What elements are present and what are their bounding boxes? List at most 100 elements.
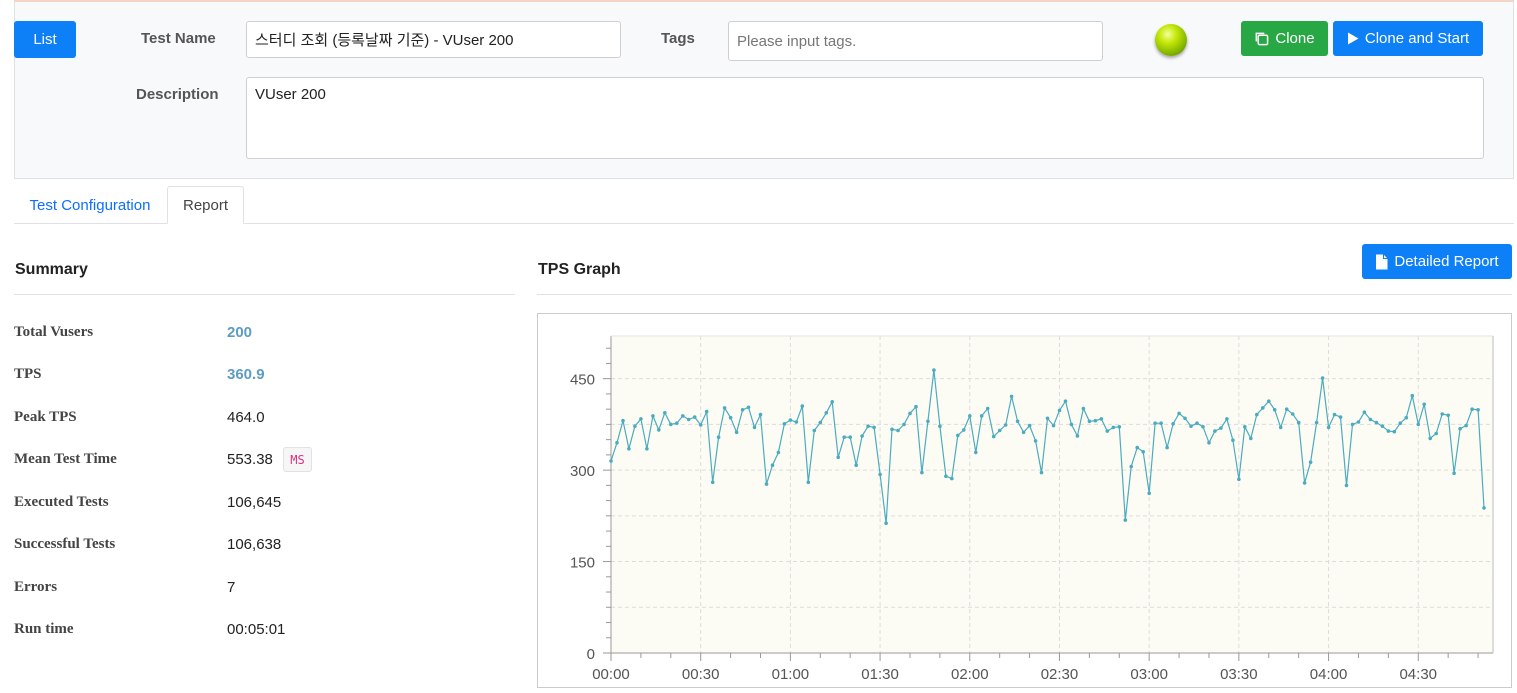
total-vusers-label: Total Vusers [14, 324, 94, 340]
tps-data-point [1374, 420, 1379, 425]
tps-data-point [1225, 417, 1229, 421]
tps-data-point [997, 428, 1002, 433]
x-tick-label: 02:30 [1041, 666, 1079, 683]
tps-data-point [1183, 416, 1187, 421]
tps-data-point [944, 474, 948, 478]
tps-data-point [1476, 408, 1480, 412]
clone-and-start-button[interactable]: Clone and Start [1333, 21, 1483, 56]
tps-data-point [1356, 420, 1361, 424]
tps-data-point [926, 419, 930, 424]
tps-data-point [1111, 425, 1116, 430]
tps-data-point [1404, 415, 1409, 420]
tps-data-point [740, 408, 745, 412]
successful-tests-value: 106,638 [227, 536, 282, 553]
tps-data-point [854, 463, 858, 467]
clone-button[interactable]: Clone [1241, 21, 1328, 56]
tags-input[interactable]: Please input tags. [728, 21, 1103, 61]
tps-data-point [914, 404, 918, 409]
tps-data-point [633, 424, 637, 428]
tps-data-point [1045, 416, 1050, 421]
tps-line-chart: 0 150 300 450 00:00 00:30 01:00 01:30 02:00 02:30… [570, 335, 1494, 683]
play-icon [1347, 32, 1359, 45]
x-tick-label: 03:30 [1220, 666, 1258, 683]
tps-data-point [836, 455, 840, 460]
tps-label: TPS [14, 366, 42, 382]
tps-data-point [764, 482, 769, 486]
tps-data-point [985, 406, 990, 411]
tps-data-point [639, 417, 643, 421]
tps-data-point [1464, 423, 1468, 428]
graph-divider [537, 294, 1512, 295]
tps-data-point [627, 447, 631, 451]
x-tick-label: 01:30 [861, 666, 899, 683]
tps-data-point [1027, 423, 1032, 428]
tps-data-point [962, 428, 966, 432]
tps-data-point [884, 521, 888, 525]
tps-data-point [1344, 483, 1349, 488]
tps-data-point [1422, 402, 1426, 407]
tps-data-point [1069, 422, 1074, 427]
document-icon [1376, 254, 1388, 269]
description-textarea[interactable]: VUser 200 [246, 77, 1484, 159]
x-tick-label: 02:00 [951, 666, 989, 683]
tps-data-point [776, 450, 781, 455]
tps-data-point [1350, 422, 1355, 427]
plot-background [611, 336, 1493, 653]
summary-title: Summary [15, 261, 88, 278]
run-time-value: 00:05:01 [227, 621, 286, 638]
tps-data-point [812, 428, 817, 433]
tps-data-point [1003, 423, 1008, 427]
tps-data-point [908, 411, 912, 416]
mean-test-time-label: Mean Test Time [14, 451, 117, 467]
tps-data-point [1290, 412, 1295, 416]
tps-data-point [1237, 477, 1241, 482]
peak-tps-value: 464.0 [227, 409, 265, 426]
tps-data-point [956, 433, 960, 438]
tps-data-point [1141, 450, 1145, 454]
errors-label: Errors [14, 579, 58, 595]
tps-data-point [1195, 421, 1199, 425]
tps-data-point [1308, 460, 1313, 464]
tps-data-point [1380, 424, 1385, 428]
tps-data-point [1099, 417, 1104, 421]
y-tick-label: 150 [570, 555, 595, 572]
detailed-report-button[interactable]: Detailed Report [1362, 244, 1512, 279]
executed-tests-label: Executed Tests [14, 494, 109, 510]
tps-data-point [1272, 408, 1277, 412]
tps-data-point [890, 427, 894, 432]
tps-data-point [968, 414, 972, 418]
total-vusers-value[interactable]: 200 [227, 324, 252, 341]
tps-data-point [663, 411, 667, 415]
tps-data-point [669, 422, 673, 427]
tps-data-point [830, 400, 834, 404]
y-tick-label: 450 [570, 372, 595, 389]
tab-test-configuration[interactable]: Test Configuration [14, 186, 166, 224]
tps-value[interactable]: 360.9 [227, 366, 265, 383]
detailed-report-label: Detailed Report [1394, 253, 1499, 270]
tps-data-point [1087, 419, 1092, 424]
tps-data-point [1338, 415, 1343, 419]
tps-data-point [1219, 426, 1223, 430]
tps-data-point [1039, 470, 1044, 475]
tab-report[interactable]: Report [167, 186, 244, 224]
tps-data-point [1392, 429, 1397, 434]
list-button[interactable]: List [14, 21, 76, 58]
tps-data-point [860, 434, 864, 438]
tps-data-point [609, 459, 613, 463]
tps-data-point [704, 409, 709, 414]
tps-data-point [1129, 464, 1133, 469]
description-label: Description [136, 86, 219, 103]
tps-data-point [1033, 439, 1038, 443]
tps-data-point [1434, 431, 1438, 436]
tps-data-point [1081, 406, 1086, 411]
mean-test-time-value: 553.38 [227, 451, 273, 468]
tps-data-point [1326, 425, 1331, 430]
tps-data-point [1428, 436, 1432, 441]
tps-data-point [1123, 518, 1128, 522]
tps-data-point [1021, 430, 1026, 435]
clone-and-start-label: Clone and Start [1364, 30, 1470, 47]
ms-unit-badge: MS [283, 447, 312, 472]
tps-data-point [920, 470, 924, 475]
test-name-input[interactable]: 스터디 조회 (등록날짜 기준) - VUser 200 [246, 21, 621, 58]
tps-data-point [1105, 429, 1110, 433]
